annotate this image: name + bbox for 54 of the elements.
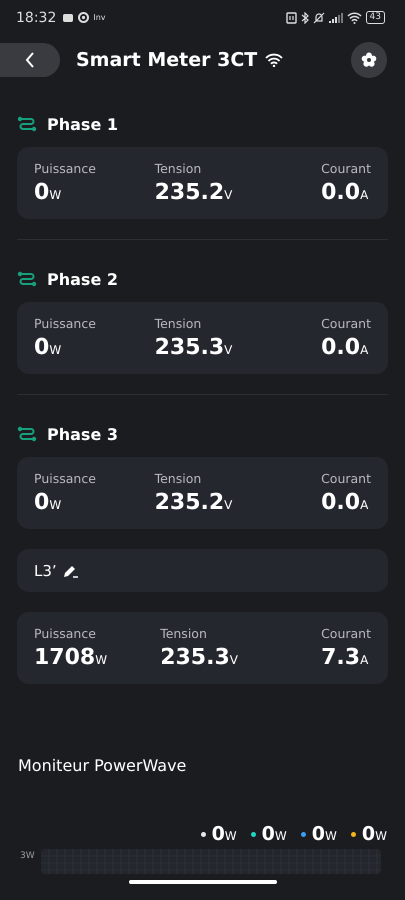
- signal-icon: [328, 12, 343, 22]
- metric-value: 235.3V: [160, 645, 238, 670]
- metric-label: Courant: [321, 626, 371, 641]
- circle-notification-icon: [78, 12, 90, 23]
- metric-value: 0W: [34, 490, 62, 515]
- metric-label: Puissance: [34, 316, 96, 331]
- metric-value: 0W: [34, 180, 62, 205]
- back-button[interactable]: [0, 43, 60, 77]
- wifi-icon: [265, 53, 284, 67]
- axis-label: 3W: [20, 851, 35, 861]
- battery-indicator: 43: [366, 11, 385, 24]
- metric-label: Puissance: [34, 471, 96, 486]
- edit-icon[interactable]: [62, 564, 79, 578]
- metric-label: Tension: [160, 626, 208, 641]
- section-title: Moniteur PowerWave: [17, 756, 188, 775]
- metric-value: 0.0A: [321, 180, 368, 205]
- metric-label: Puissance: [34, 161, 96, 176]
- metric-value: 0.0A: [321, 335, 368, 360]
- status-time: 18:32: [16, 10, 56, 26]
- back-icon: [25, 52, 35, 68]
- legend-value: 0W: [262, 823, 287, 845]
- metric-label: Tension: [154, 471, 202, 486]
- bluetooth-icon: [300, 12, 309, 24]
- phase-icon: [17, 271, 37, 287]
- metric-label: Tension: [154, 316, 202, 331]
- metric-value: 235.2V: [154, 490, 232, 515]
- wifi-icon: [346, 12, 362, 24]
- metric-value: 0.0A: [321, 490, 368, 515]
- device-title: Smart Meter 3CT: [76, 49, 258, 71]
- phase-icon: [17, 116, 37, 132]
- legend-value: 0W: [212, 823, 237, 845]
- phase-title: Phase 3: [47, 424, 118, 444]
- metric-label: Courant: [321, 316, 371, 331]
- metric-label: Courant: [321, 471, 371, 486]
- metric-value: 7.3A: [321, 645, 368, 670]
- nfc-icon: [286, 12, 297, 24]
- phase-title: Phase 2: [47, 270, 118, 288]
- legend-value: 0W: [312, 823, 337, 845]
- settings-icon: [361, 52, 377, 68]
- app-notification-label: Inv: [93, 13, 106, 22]
- phase-icon: [17, 426, 37, 442]
- legend-value: 0W: [362, 823, 387, 845]
- metric-value: 0W: [34, 335, 62, 360]
- metric-label: Puissance: [34, 626, 97, 641]
- metric-label: Courant: [321, 161, 371, 176]
- metric-value: 235.2V: [154, 180, 232, 205]
- settings-button[interactable]: [351, 42, 387, 78]
- metric-label: Tension: [154, 161, 202, 176]
- app-notification-icon: [62, 12, 74, 23]
- metric-value: 235.3V: [154, 335, 232, 360]
- line-name: L3’: [34, 562, 57, 580]
- phase-title: Phase 1: [47, 114, 118, 134]
- metric-value: 1708W: [34, 645, 108, 670]
- muted-bell-icon: [312, 12, 325, 24]
